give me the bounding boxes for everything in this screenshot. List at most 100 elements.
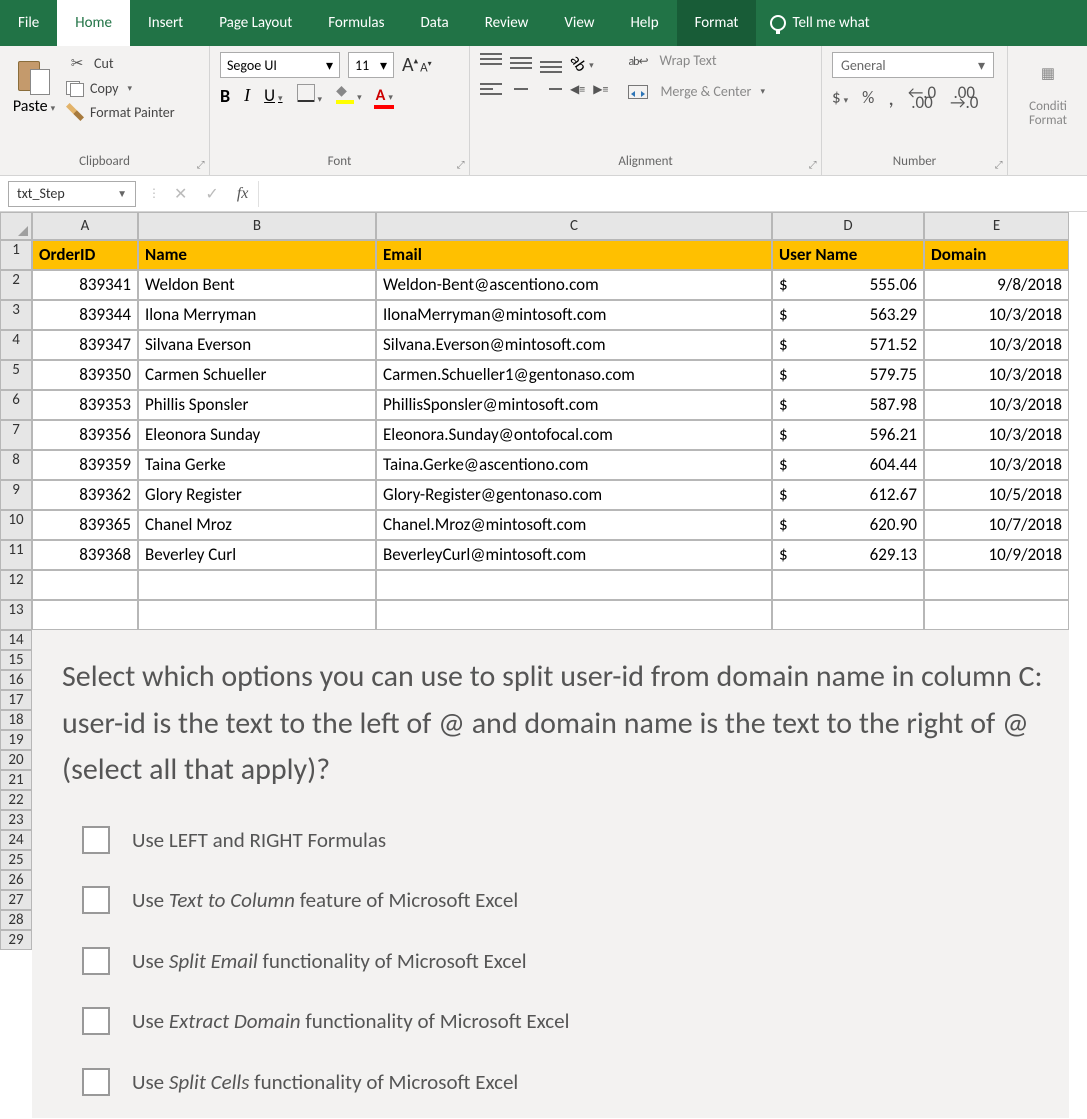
cell-e13[interactable] [924,600,1069,630]
cell-a13[interactable] [32,600,138,630]
cut-button[interactable]: ✂Cut [66,52,175,74]
row-header-9[interactable]: 9 [0,480,32,510]
underline-button[interactable]: U [264,85,282,106]
cell-e5[interactable]: 10/3/2018 [924,360,1069,390]
fill-color-button[interactable] [336,86,362,105]
tab-data[interactable]: Data [402,0,466,46]
cell-d10[interactable]: $620.90 [772,510,924,540]
cell-e7[interactable]: 10/3/2018 [924,420,1069,450]
align-bottom-button[interactable] [540,53,562,73]
row-header-13[interactable]: 13 [0,600,32,630]
cell-b3[interactable]: Ilona Merryman [138,300,376,330]
cell-a8[interactable]: 839359 [32,450,138,480]
decrease-indent-button[interactable]: ◀≡ [570,82,585,97]
cell-b5[interactable]: Carmen Schueller [138,360,376,390]
cell-a11[interactable]: 839368 [32,540,138,570]
tell-me-search[interactable]: Tell me what [756,0,877,46]
group-title-font[interactable]: Font [220,150,459,175]
row-header-18[interactable]: 18 [0,710,32,730]
tab-insert[interactable]: Insert [130,0,201,46]
row-header-12[interactable]: 12 [0,570,32,600]
row-header-25[interactable]: 25 [0,850,32,870]
number-format-select[interactable]: General▾ [832,52,994,78]
cell-a12[interactable] [32,570,138,600]
cell-d6[interactable]: $587.98 [772,390,924,420]
cell-d13[interactable] [772,600,924,630]
italic-button[interactable]: I [244,85,250,106]
checkbox-5[interactable] [82,1068,110,1096]
tab-file[interactable]: File [0,0,57,46]
row-header-26[interactable]: 26 [0,870,32,890]
cell-e2[interactable]: 9/8/2018 [924,270,1069,300]
wrap-text-button[interactable]: Wrap Text [628,52,765,69]
cell-c5[interactable]: Carmen.Schueller1@gentonaso.com [376,360,772,390]
cell-e6[interactable]: 10/3/2018 [924,390,1069,420]
merge-center-button[interactable]: Merge & Center [628,83,765,100]
cell-d5[interactable]: $579.75 [772,360,924,390]
splitter-handle[interactable]: ⋮ [144,186,164,201]
col-header-c[interactable]: C [376,212,772,240]
percent-format-button[interactable]: % [862,87,874,108]
cell-b8[interactable]: Taina Gerke [138,450,376,480]
group-title-clipboard[interactable]: Clipboard [10,150,199,175]
row-header-16[interactable]: 16 [0,670,32,690]
paste-button[interactable]: Paste [10,57,58,116]
cell-b9[interactable]: Glory Register [138,480,376,510]
cell-b13[interactable] [138,600,376,630]
row-header-23[interactable]: 23 [0,810,32,830]
copy-button[interactable]: Copy [66,80,175,97]
cell-c10[interactable]: Chanel.Mroz@mintosoft.com [376,510,772,540]
cell-c6[interactable]: PhillisSponsler@mintosoft.com [376,390,772,420]
cell-b11[interactable]: Beverley Curl [138,540,376,570]
row-header-17[interactable]: 17 [0,690,32,710]
align-center-button[interactable] [510,79,532,99]
cell-d3[interactable]: $563.29 [772,300,924,330]
cell-d12[interactable] [772,570,924,600]
row-header-10[interactable]: 10 [0,510,32,540]
format-painter-button[interactable]: Format Painter [66,103,175,121]
cell-c2[interactable]: Weldon-Bent@ascentiono.com [376,270,772,300]
cell-a2[interactable]: 839341 [32,270,138,300]
cell-b6[interactable]: Phillis Sponsler [138,390,376,420]
align-left-button[interactable] [480,79,502,99]
cell-d8[interactable]: $604.44 [772,450,924,480]
cell-b4[interactable]: Silvana Everson [138,330,376,360]
cell-e4[interactable]: 10/3/2018 [924,330,1069,360]
cell-a5[interactable]: 839350 [32,360,138,390]
row-header-8[interactable]: 8 [0,450,32,480]
col-header-d[interactable]: D [772,212,924,240]
select-all-corner[interactable] [0,212,32,240]
row-header-15[interactable]: 15 [0,650,32,670]
orientation-button[interactable]: ab [570,54,594,73]
row-header-7[interactable]: 7 [0,420,32,450]
cell-c3[interactable]: IlonaMerryman@mintosoft.com [376,300,772,330]
bold-button[interactable]: B [220,85,230,107]
row-header-2[interactable]: 2 [0,270,32,300]
tab-help[interactable]: Help [612,0,676,46]
row-header-24[interactable]: 24 [0,830,32,850]
cell-e3[interactable]: 10/3/2018 [924,300,1069,330]
row-header-1[interactable]: 1 [0,240,32,270]
cell-d1[interactable]: User Name [772,240,924,270]
accounting-format-button[interactable]: $ [832,87,848,108]
checkbox-4[interactable] [82,1007,110,1035]
formula-bar-input[interactable] [258,181,1087,207]
row-header-28[interactable]: 28 [0,910,32,930]
tab-view[interactable]: View [546,0,612,46]
tab-formulas[interactable]: Formulas [310,0,402,46]
row-header-22[interactable]: 22 [0,790,32,810]
comma-format-button[interactable]: , [888,84,894,111]
cell-e12[interactable] [924,570,1069,600]
decrease-font-button[interactable]: A▾ [420,59,432,75]
cell-b2[interactable]: Weldon Bent [138,270,376,300]
checkbox-2[interactable] [82,886,110,914]
cell-e10[interactable]: 10/7/2018 [924,510,1069,540]
cell-a10[interactable]: 839365 [32,510,138,540]
cell-d4[interactable]: $571.52 [772,330,924,360]
cancel-icon[interactable]: ✕ [174,184,187,204]
cell-c13[interactable] [376,600,772,630]
group-title-alignment[interactable]: Alignment [480,150,811,175]
increase-font-button[interactable]: A▴ [402,53,418,77]
col-header-e[interactable]: E [924,212,1069,240]
col-header-b[interactable]: B [138,212,376,240]
